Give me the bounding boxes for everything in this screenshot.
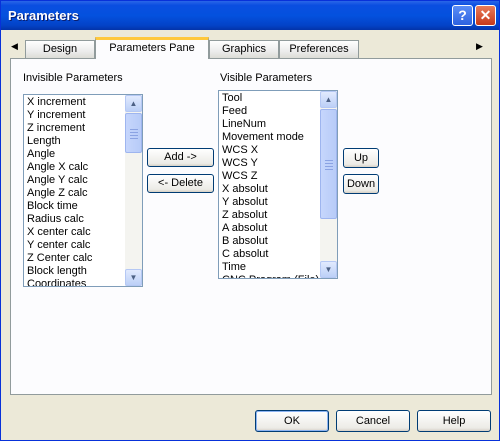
list-item[interactable]: Tool: [221, 92, 319, 105]
list-item[interactable]: Z increment: [26, 122, 124, 135]
scroll-down-icon[interactable]: ▼: [125, 269, 142, 286]
list-item[interactable]: Angle Z calc: [26, 187, 124, 200]
visible-scrollbar[interactable]: ▲ ▼: [320, 91, 337, 278]
list-item[interactable]: Block length: [26, 265, 124, 278]
list-item[interactable]: LineNum: [221, 118, 319, 131]
list-item[interactable]: Z absolut: [221, 209, 319, 222]
tab-parameters-pane[interactable]: Parameters Pane: [95, 37, 209, 59]
list-item[interactable]: B absolut: [221, 235, 319, 248]
list-item[interactable]: Coordinates: [26, 278, 124, 286]
scroll-up-icon[interactable]: ▲: [320, 91, 337, 108]
tab-scroll-right-icon[interactable]: ▶: [476, 41, 483, 52]
list-item[interactable]: Time: [221, 261, 319, 274]
help-icon[interactable]: ?: [452, 5, 473, 26]
invisible-scrollbar[interactable]: ▲ ▼: [125, 95, 142, 286]
scroll-down-icon[interactable]: ▼: [320, 261, 337, 278]
tab-scroll-left-icon[interactable]: ◀: [11, 41, 18, 52]
close-icon[interactable]: ✕: [475, 5, 496, 26]
invisible-items-container: X increment Y increment Z increment Length A…: [26, 96, 124, 286]
parameters-pane: Invisible Parameters Visible Parameters …: [10, 58, 492, 395]
list-item[interactable]: Angle X calc: [26, 161, 124, 174]
list-item[interactable]: Feed: [221, 105, 319, 118]
ok-button[interactable]: OK: [255, 410, 329, 432]
tab-design[interactable]: Design: [25, 40, 95, 58]
list-item[interactable]: Angle: [26, 148, 124, 161]
list-item[interactable]: WCS Y: [221, 157, 319, 170]
list-item[interactable]: WCS Z: [221, 170, 319, 183]
visible-items-container: Tool Feed LineNum Movement mode WCS X WCS Y WC…: [221, 92, 319, 278]
list-item[interactable]: CNC Program (File): [221, 274, 319, 278]
invisible-parameters-list[interactable]: X increment Y increment Z increment Length A…: [23, 94, 143, 287]
list-item[interactable]: Y center calc: [26, 239, 124, 252]
visible-parameters-label: Visible Parameters: [220, 72, 313, 84]
delete-button[interactable]: <- Delete: [147, 174, 214, 193]
scroll-up-icon[interactable]: ▲: [125, 95, 142, 112]
list-item[interactable]: Angle Y calc: [26, 174, 124, 187]
list-item[interactable]: WCS X: [221, 144, 319, 157]
list-item[interactable]: X increment: [26, 96, 124, 109]
list-item[interactable]: Y increment: [26, 109, 124, 122]
list-item[interactable]: X absolut: [221, 183, 319, 196]
add-button[interactable]: Add ->: [147, 148, 214, 167]
list-item[interactable]: Block time: [26, 200, 124, 213]
cancel-button[interactable]: Cancel: [336, 410, 410, 432]
up-button[interactable]: Up: [343, 148, 379, 168]
window-title: Parameters: [8, 8, 79, 23]
scroll-thumb[interactable]: [320, 109, 337, 219]
list-item[interactable]: Radius calc: [26, 213, 124, 226]
down-button[interactable]: Down: [343, 174, 379, 194]
visible-parameters-list[interactable]: Tool Feed LineNum Movement mode WCS X WCS Y WC…: [218, 90, 338, 279]
list-item[interactable]: Movement mode: [221, 131, 319, 144]
list-item[interactable]: X center calc: [26, 226, 124, 239]
invisible-parameters-label: Invisible Parameters: [23, 72, 123, 84]
help-button[interactable]: Help: [417, 410, 491, 432]
tab-strip: ◀ Design Parameters Pane Graphics Prefer…: [5, 37, 493, 59]
list-item[interactable]: Z Center calc: [26, 252, 124, 265]
scroll-thumb[interactable]: [125, 113, 142, 153]
list-item[interactable]: Y absolut: [221, 196, 319, 209]
list-item[interactable]: Length: [26, 135, 124, 148]
list-item[interactable]: A absolut: [221, 222, 319, 235]
tab-graphics[interactable]: Graphics: [209, 40, 279, 58]
parameters-dialog: Parameters ? ✕ ◀ Design Parameters Pane …: [0, 0, 500, 441]
tab-preferences[interactable]: Preferences: [279, 40, 359, 58]
list-item[interactable]: C absolut: [221, 248, 319, 261]
title-bar[interactable]: Parameters ? ✕: [1, 1, 499, 30]
